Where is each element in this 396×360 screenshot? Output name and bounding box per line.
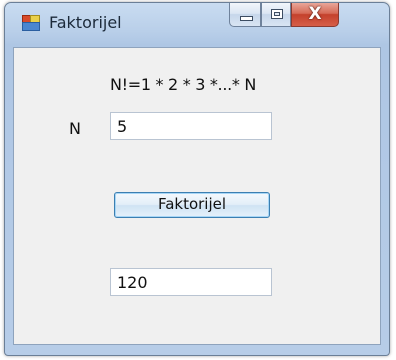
window-title: Faktorijel: [49, 13, 122, 32]
maximize-button[interactable]: [261, 3, 291, 27]
n-input[interactable]: 5: [110, 112, 272, 140]
app-icon[interactable]: [22, 15, 40, 31]
close-icon: X: [308, 4, 322, 24]
close-button[interactable]: X: [291, 3, 339, 27]
n-label: N: [69, 119, 81, 138]
title-bar[interactable]: Faktorijel X: [5, 3, 389, 45]
minimize-button[interactable]: [229, 3, 261, 27]
app-window: Faktorijel X N!=1 * 2 * 3 *...* N N 5 Fa…: [4, 2, 390, 356]
result-field[interactable]: 120: [110, 268, 272, 296]
form-client-area: N!=1 * 2 * 3 *...* N N 5 Faktorijel 120: [13, 47, 381, 345]
faktorijel-button[interactable]: Faktorijel: [114, 192, 270, 218]
maximize-icon: [271, 9, 283, 19]
minimize-icon: [240, 16, 253, 21]
formula-label: N!=1 * 2 * 3 *...* N: [110, 75, 257, 94]
